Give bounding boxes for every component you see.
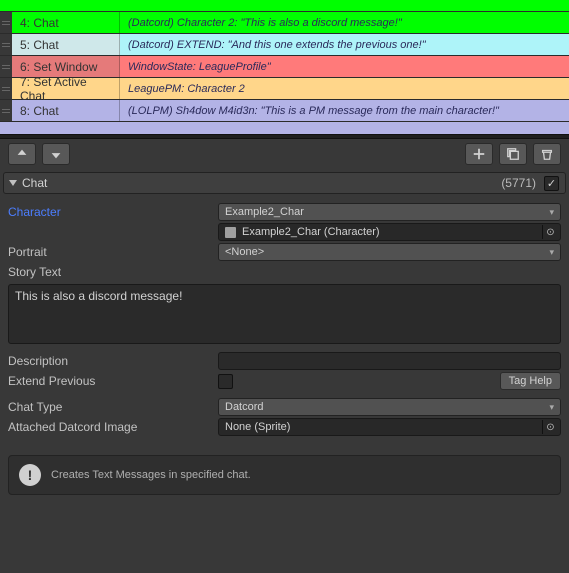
object-picker-icon[interactable]: ⊙ <box>542 420 558 434</box>
timeline-row-content: LeaguePM: Character 2 <box>120 78 569 99</box>
attached-image-field[interactable]: None (Sprite) ⊙ <box>218 418 561 436</box>
move-down-button[interactable] <box>42 143 70 165</box>
asset-icon <box>225 227 236 238</box>
timeline-row[interactable]: 5: Chat(Datcord) EXTEND: "And this one e… <box>0 34 569 56</box>
portrait-dropdown[interactable]: <None> <box>218 243 561 261</box>
inspector-toolbar <box>0 139 569 169</box>
drag-handle-icon[interactable] <box>0 100 12 121</box>
timeline-row[interactable]: 8: Chat(LOLPM) Sh4dow M4id3n: "This is a… <box>0 100 569 122</box>
foldout-icon <box>9 180 17 186</box>
section-header[interactable]: Chat (5771) ✓ <box>3 172 566 194</box>
character-object-field[interactable]: Example2_Char (Character) ⊙ <box>218 223 561 241</box>
timeline-row-content: (Datcord) Character 2: "This is also a d… <box>120 12 569 33</box>
object-picker-icon[interactable]: ⊙ <box>542 225 558 239</box>
timeline-row-label: 8: Chat <box>12 100 120 121</box>
timeline-row[interactable]: 7: Set Active ChatLeaguePM: Character 2 <box>0 78 569 100</box>
timeline-row-content: (LOLPM) Sh4dow M4id3n: "This is a PM mes… <box>120 100 569 121</box>
extend-previous-checkbox[interactable] <box>218 374 233 389</box>
tag-help-button[interactable]: Tag Help <box>500 372 561 390</box>
drag-handle-icon[interactable] <box>0 12 12 33</box>
delete-button[interactable] <box>533 143 561 165</box>
story-text-label: Story Text <box>8 265 218 279</box>
timeline-row-content: WindowState: LeagueProfile" <box>120 56 569 77</box>
drag-handle-icon[interactable] <box>0 78 12 99</box>
character-dropdown[interactable]: Example2_Char <box>218 203 561 221</box>
chat-type-label: Chat Type <box>8 400 218 414</box>
section-title: Chat <box>22 176 47 190</box>
info-text: Creates Text Messages in specified chat. <box>51 469 251 481</box>
attached-image-label: Attached Datcord Image <box>8 420 218 434</box>
character-label[interactable]: Character <box>8 205 218 219</box>
move-up-button[interactable] <box>8 143 36 165</box>
drag-handle-icon[interactable] <box>0 34 12 55</box>
info-help-box: ! Creates Text Messages in specified cha… <box>8 455 561 495</box>
timeline-row-label: 7: Set Active Chat <box>12 78 120 99</box>
timeline-row-content: (Datcord) EXTEND: "And this one extends … <box>120 34 569 55</box>
chat-type-dropdown[interactable]: Datcord <box>218 398 561 416</box>
duplicate-button[interactable] <box>499 143 527 165</box>
add-button[interactable] <box>465 143 493 165</box>
drag-handle-icon[interactable] <box>0 56 12 77</box>
portrait-label: Portrait <box>8 245 218 259</box>
section-enabled-checkbox[interactable]: ✓ <box>544 176 559 191</box>
description-input[interactable] <box>218 352 561 370</box>
info-icon: ! <box>19 464 41 486</box>
description-label: Description <box>8 354 218 368</box>
section-count: (5771) <box>501 176 536 190</box>
extend-previous-label: Extend Previous <box>8 374 218 388</box>
story-text-input[interactable] <box>8 284 561 344</box>
timeline-row-label: 4: Chat <box>12 12 120 33</box>
timeline-row-label: 5: Chat <box>12 34 120 55</box>
timeline-list: 4: Chat(Datcord) Character 2: "This is a… <box>0 0 569 134</box>
timeline-row[interactable]: 4: Chat(Datcord) Character 2: "This is a… <box>0 12 569 34</box>
inspector-fields: Character Example2_Char Example2_Char (C… <box>0 200 569 447</box>
